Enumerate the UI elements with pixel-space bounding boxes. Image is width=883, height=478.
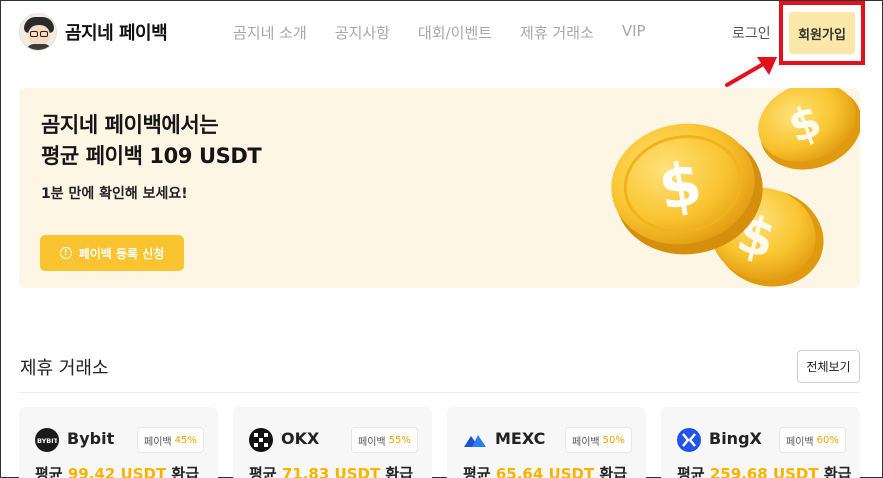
login-link[interactable]: 로그인 (732, 23, 771, 43)
payback-rate-badge: 페이백 55% (351, 427, 418, 453)
partner-name: Bybit (67, 429, 115, 448)
partner-average-payback: 평균 71.83 USDT 환급 (249, 465, 414, 478)
gold-coins-icon: $ $ $ (611, 88, 860, 287)
red-arrow-icon (725, 57, 777, 87)
partner-average-payback: 평균 259.68 USDT 환급 (677, 465, 852, 478)
hero-title-line1: 곰지네 페이백에서는 (41, 113, 219, 137)
payback-rate-badge: 페이백 60% (779, 427, 846, 453)
header: 곰지네 페이백 곰지네 소개 공지사항 대회/이벤트 제휴 거래소 VIP 로그… (1, 1, 883, 87)
partner-cards: BYBIT Bybit 페이백 45% 평균 99.42 USDT 환급 OKX … (19, 407, 869, 478)
hero-subtitle: 1분 만에 확인해 보세요! (41, 186, 188, 202)
nav-item-events[interactable]: 대회/이벤트 (418, 22, 492, 43)
partner-card-bingx[interactable]: BingX 페이백 60% 평균 259.68 USDT 환급 (661, 407, 860, 478)
hero-title: 곰지네 페이백에서는 평균 페이백 109 USDT (41, 110, 262, 172)
nav-item-notice[interactable]: 공지사항 (335, 22, 390, 43)
okx-icon (249, 428, 273, 452)
bingx-icon (677, 428, 701, 452)
partner-card-okx[interactable]: OKX 페이백 55% 평균 71.83 USDT 환급 (233, 407, 432, 478)
partner-average-payback: 평균 99.42 USDT 환급 (35, 465, 200, 478)
signup-button[interactable]: 회원가입 (789, 12, 855, 54)
partner-name: BingX (709, 429, 762, 448)
view-all-button[interactable]: 전체보기 (797, 350, 860, 383)
payback-register-label: 페이백 등록 신청 (78, 246, 165, 261)
hero-banner: 곰지네 페이백에서는 평균 페이백 109 USDT 1분 만에 확인해 보세요… (19, 88, 860, 288)
payback-register-button[interactable]: ! 페이백 등록 신청 (40, 235, 184, 271)
brand-name: 곰지네 페이백 (65, 23, 168, 44)
nav-item-vip[interactable]: VIP (622, 22, 646, 43)
signup-highlight-box: 회원가입 (779, 1, 865, 65)
nav-item-partners[interactable]: 제휴 거래소 (520, 22, 594, 43)
info-icon: ! (59, 247, 72, 259)
bear-avatar-icon (19, 13, 57, 51)
partner-card-bybit[interactable]: BYBIT Bybit 페이백 45% 평균 99.42 USDT 환급 (19, 407, 218, 478)
brand-logo[interactable]: 곰지네 페이백 (19, 13, 168, 51)
mexc-icon (463, 428, 487, 452)
bybit-icon: BYBIT (35, 428, 59, 452)
hero-title-line2: 평균 페이백 109 USDT (41, 144, 262, 168)
svg-text:BYBIT: BYBIT (37, 437, 57, 444)
partner-average-payback: 평균 65.64 USDT 환급 (463, 465, 628, 478)
partner-name: OKX (281, 429, 320, 448)
main-nav: 곰지네 소개 공지사항 대회/이벤트 제휴 거래소 VIP (233, 22, 674, 43)
payback-rate-badge: 페이백 45% (137, 427, 204, 453)
partner-name: MEXC (495, 429, 546, 448)
partner-card-mexc[interactable]: MEXC 페이백 50% 평균 65.64 USDT 환급 (447, 407, 646, 478)
payback-rate-badge: 페이백 50% (565, 427, 632, 453)
section-divider (19, 392, 860, 393)
partners-section-title: 제휴 거래소 (20, 358, 109, 379)
nav-item-about[interactable]: 곰지네 소개 (233, 22, 307, 43)
